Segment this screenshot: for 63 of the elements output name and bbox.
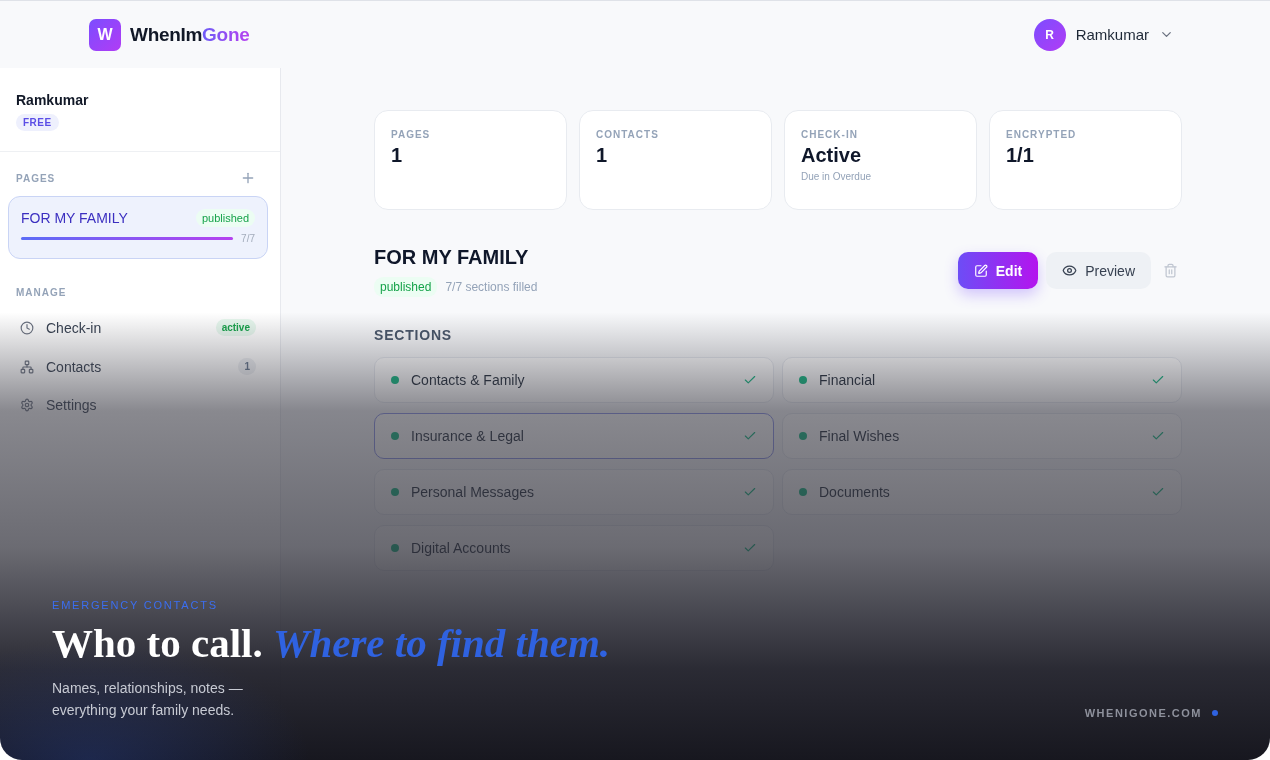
nav-item[interactable]: Check-in active — [0, 308, 280, 347]
pencil-icon — [973, 263, 988, 278]
nav-badge: 1 — [238, 358, 256, 375]
stat-note: Due in Overdue — [801, 171, 872, 182]
page-title: FOR MY FAMILY — [21, 210, 128, 226]
page-heading: FOR MY FAMILY — [374, 246, 529, 269]
status-badge: published — [374, 277, 438, 297]
progress-text: 7/7 sections filled — [445, 280, 538, 294]
sections-heading: SECTIONS — [374, 327, 453, 343]
check-icon — [743, 485, 757, 499]
manage-heading: MANAGE — [16, 287, 67, 298]
section-name: Financial — [819, 372, 877, 388]
promo-headline: Who to call. Where to find them. — [52, 619, 611, 667]
settings-icon — [20, 398, 34, 412]
plan-badge: FREE — [16, 114, 59, 131]
check-icon — [743, 373, 757, 387]
section-name: Digital Accounts — [411, 540, 512, 556]
nav-item[interactable]: Settings — [0, 386, 280, 424]
pages-heading: PAGES — [16, 172, 56, 184]
nav-item[interactable]: Contacts 1 — [0, 347, 280, 386]
check-icon — [743, 429, 757, 443]
site-url: WHENIGONE.COM — [1084, 707, 1202, 719]
user-name[interactable]: Ramkumar — [1075, 26, 1149, 43]
check-icon — [1151, 485, 1165, 499]
stat-label: ENCRYPTED — [1006, 129, 1077, 140]
status-badge: published — [195, 209, 255, 227]
eye-icon — [1062, 263, 1078, 278]
clock-icon — [20, 320, 34, 335]
add-page-icon[interactable] — [240, 170, 256, 186]
nav-badge: active — [215, 319, 256, 336]
promo-eyebrow: EMERGENCY CONTACTS — [52, 599, 219, 611]
logo-text: WhenImGone — [130, 23, 250, 46]
stat-label: PAGES — [391, 129, 431, 140]
stat-label: CHECK-IN — [801, 129, 858, 140]
stat-value: Active — [801, 144, 862, 167]
logo-mark: W — [89, 18, 121, 51]
profile-name: Ramkumar — [16, 92, 89, 108]
section-item[interactable]: Financial — [782, 357, 1182, 403]
stat-value: 1 — [391, 144, 403, 167]
edit-button[interactable]: Edit — [957, 252, 1039, 289]
section-name: Documents — [819, 484, 891, 500]
trash-icon — [1163, 263, 1178, 278]
section-name: Personal Messages — [411, 484, 535, 500]
section-name: Contacts & Family — [411, 372, 526, 388]
check-icon — [1151, 373, 1165, 387]
preview-button[interactable]: Preview — [1046, 252, 1151, 289]
page-item[interactable]: FOR MY FAMILY published 7/7 — [8, 196, 268, 259]
section-name: Insurance & Legal — [411, 428, 525, 444]
check-icon — [1151, 429, 1165, 443]
section-name: Final Wishes — [819, 428, 901, 444]
section-item[interactable]: Personal Messages — [374, 469, 774, 515]
stat-label: CONTACTS — [596, 129, 659, 140]
section-item[interactable]: Final Wishes — [782, 413, 1182, 459]
section-item[interactable]: Insurance & Legal — [374, 413, 774, 459]
stat-value: 1/1 — [1006, 144, 1034, 167]
stat-value: 1 — [596, 144, 608, 167]
section-item[interactable]: Documents — [782, 469, 1182, 515]
progress-count: 7/7 — [241, 233, 255, 244]
accent-dot — [1212, 710, 1218, 716]
user-avatar[interactable]: R — [1033, 18, 1066, 51]
section-item[interactable]: Contacts & Family — [374, 357, 774, 403]
promo-text: Names, relationships, notes — everything your family needs. — [52, 679, 244, 720]
check-icon — [743, 541, 757, 555]
